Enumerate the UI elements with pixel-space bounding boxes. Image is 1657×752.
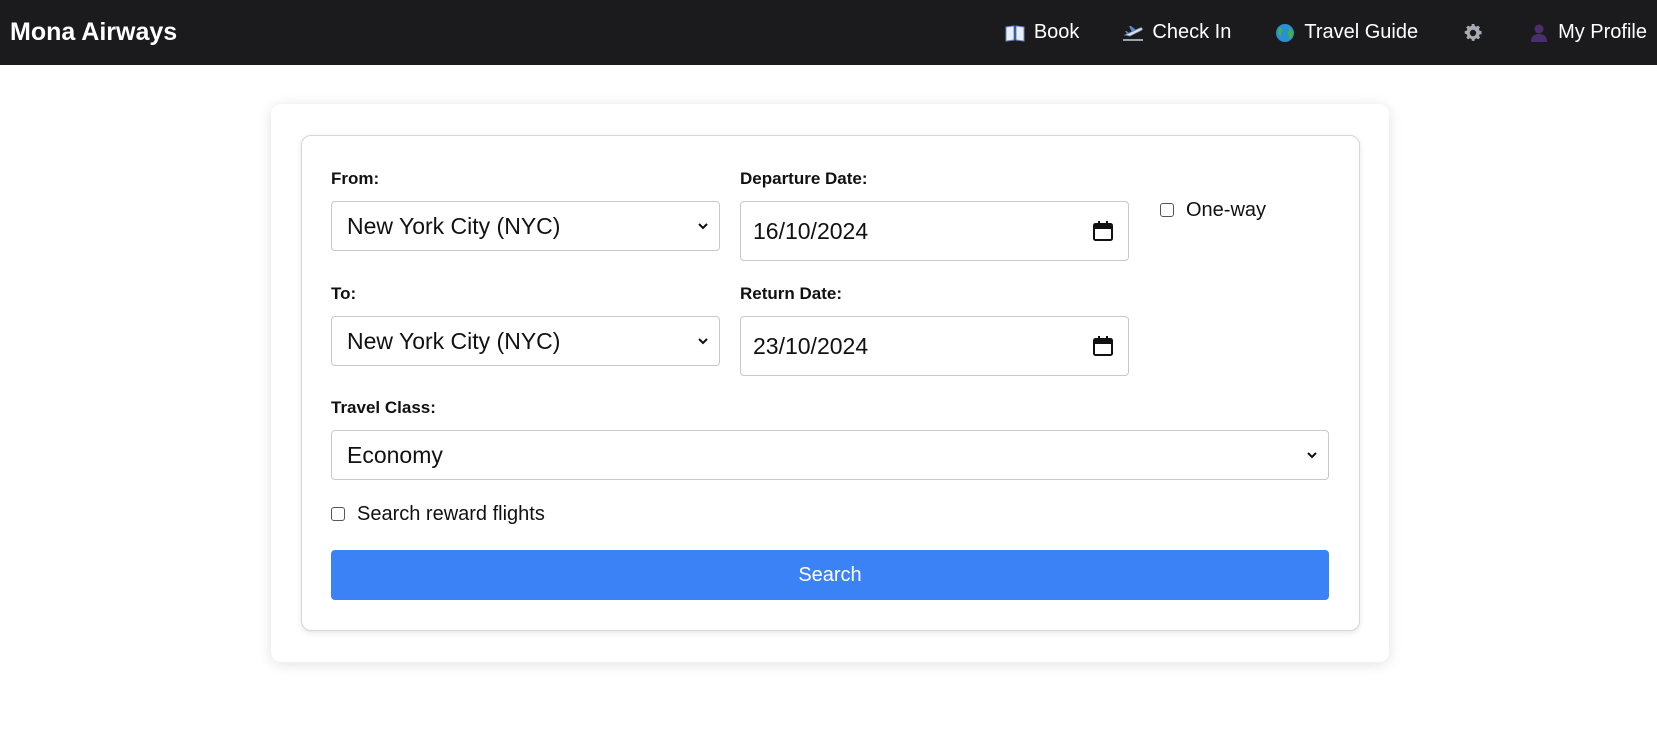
from-select[interactable]: New York City (NYC) xyxy=(331,201,720,251)
brand-logo-text[interactable]: Mona Airways xyxy=(10,18,177,47)
nav-travel-guide[interactable]: Travel Guide xyxy=(1274,21,1418,44)
to-select-value: New York City (NYC) xyxy=(347,327,561,354)
departure-date-value: 16/10/2024 xyxy=(753,217,869,244)
person-silhouette-icon xyxy=(1528,22,1550,44)
chevron-down-icon xyxy=(698,338,708,345)
nav-menu: Book Check In Travel Guide My Profile xyxy=(961,0,1647,65)
travel-class-select[interactable]: Economy xyxy=(331,430,1329,480)
book-icon xyxy=(1004,22,1026,44)
chevron-down-icon xyxy=(1307,452,1317,459)
top-navbar: Mona Airways Book Check In Travel Guide xyxy=(0,0,1657,65)
one-way-label[interactable]: One-way xyxy=(1186,199,1266,222)
travel-class-label: Travel Class: xyxy=(331,398,436,417)
return-date-label: Return Date: xyxy=(740,284,843,303)
calendar-icon[interactable] xyxy=(1092,220,1114,242)
reward-flights-label[interactable]: Search reward flights xyxy=(357,503,545,526)
nav-book-label: Book xyxy=(1033,21,1080,43)
chevron-down-icon xyxy=(698,223,708,230)
airplane-departure-icon xyxy=(1122,22,1144,44)
gear-icon xyxy=(1461,21,1485,45)
nav-travel-guide-label: Travel Guide xyxy=(1304,21,1419,43)
nav-settings[interactable] xyxy=(1461,21,1485,45)
travel-class-value: Economy xyxy=(347,441,443,468)
search-button[interactable]: Search xyxy=(331,550,1329,600)
nav-check-in-label: Check In xyxy=(1152,21,1232,43)
calendar-icon[interactable] xyxy=(1092,335,1114,357)
from-label: From: xyxy=(331,169,380,188)
nav-check-in[interactable]: Check In xyxy=(1122,21,1231,44)
to-select[interactable]: New York City (NYC) xyxy=(331,316,720,366)
globe-icon xyxy=(1274,22,1296,44)
reward-flights-checkbox[interactable] xyxy=(331,507,345,521)
nav-my-profile-label: My Profile xyxy=(1558,21,1647,43)
departure-date-label: Departure Date: xyxy=(740,169,868,188)
return-date-value: 23/10/2024 xyxy=(753,332,869,359)
return-date-input[interactable]: 23/10/2024 xyxy=(740,316,1129,376)
nav-book[interactable]: Book xyxy=(1004,21,1080,44)
from-select-value: New York City (NYC) xyxy=(347,212,561,239)
one-way-checkbox[interactable] xyxy=(1160,203,1174,217)
departure-date-input[interactable]: 16/10/2024 xyxy=(740,201,1129,261)
to-label: To: xyxy=(331,284,357,303)
nav-my-profile[interactable]: My Profile xyxy=(1528,21,1647,44)
